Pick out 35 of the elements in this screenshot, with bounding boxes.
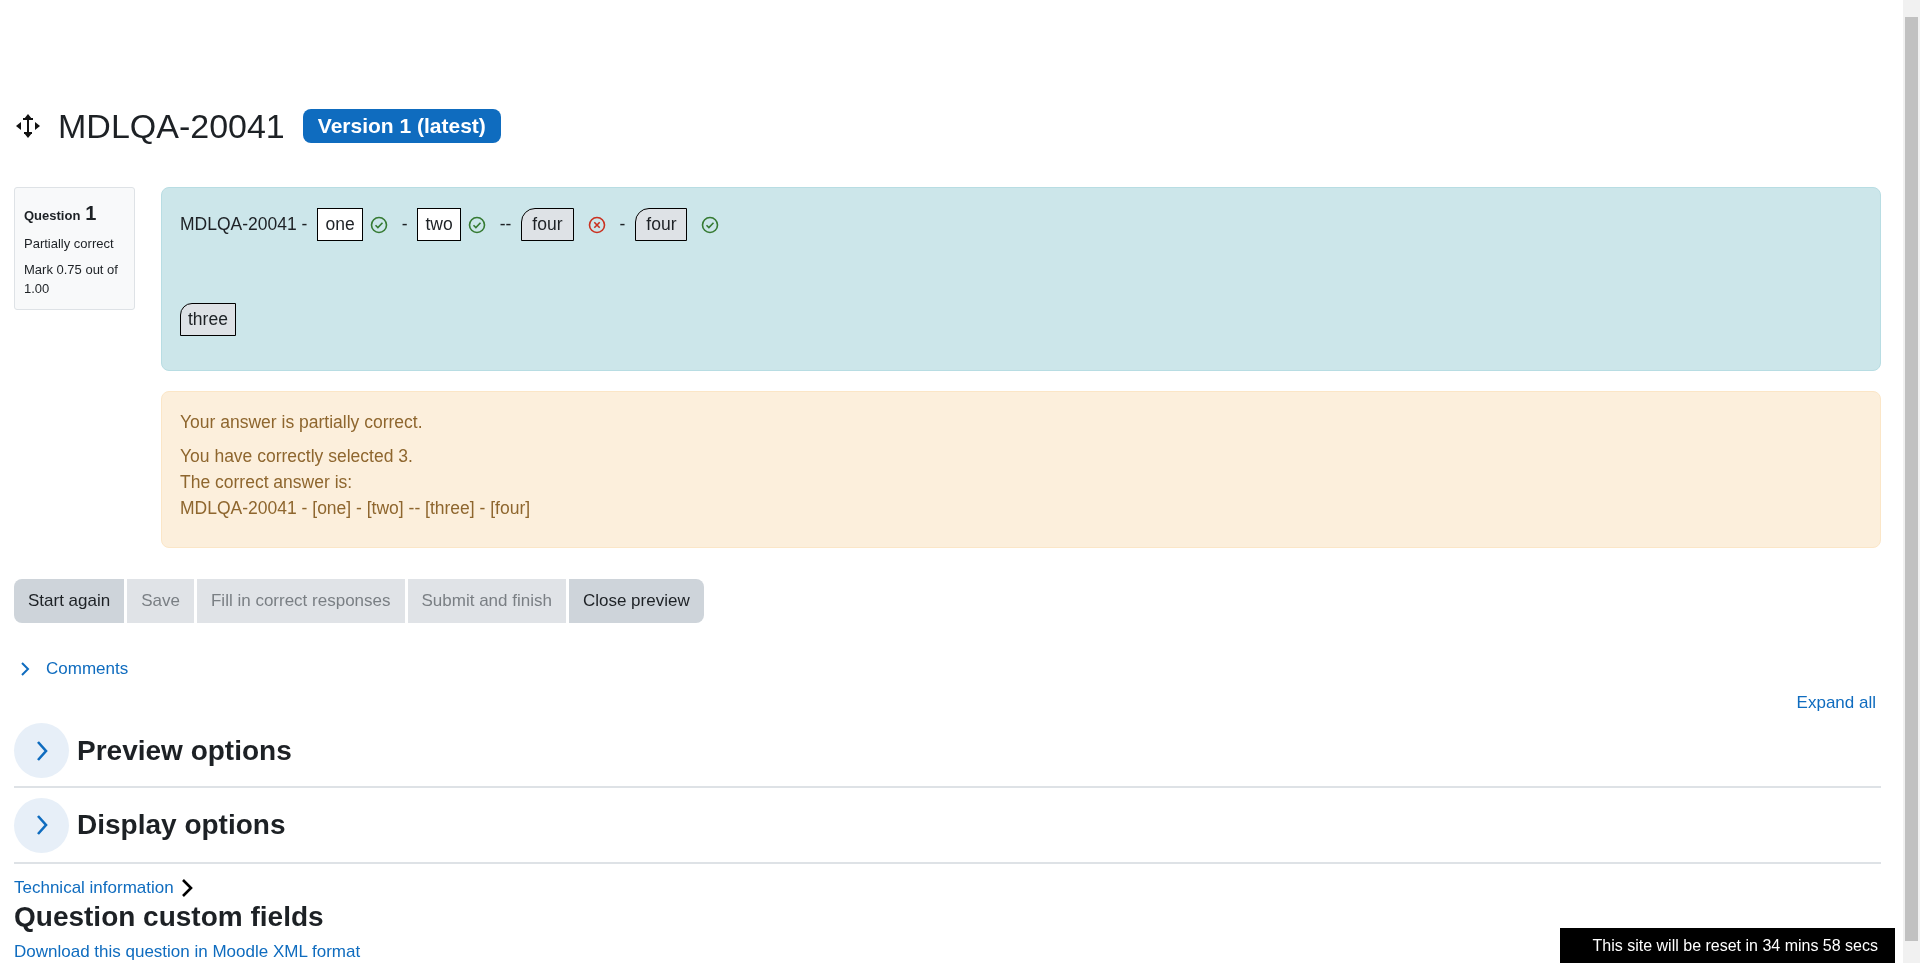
question-text: MDLQA-20041 - — [180, 214, 308, 235]
chevron-right-icon — [34, 739, 49, 762]
feedback-text: MDLQA-20041 - [one] - [two] -- [three] - [four] — [180, 497, 532, 520]
answer-drop-box[interactable]: two — [417, 208, 461, 241]
question-text: - — [619, 214, 626, 235]
answer-drop-box[interactable]: one — [317, 208, 363, 241]
technical-information-link[interactable]: Technical information — [14, 878, 174, 898]
download-link[interactable]: Download this question in Moodle XML format — [14, 942, 361, 962]
chevron-right-icon — [20, 661, 30, 677]
chevron-right-icon — [179, 878, 193, 898]
move-icon — [14, 112, 42, 140]
drag-choice[interactable]: three — [180, 303, 236, 336]
feedback-text: The correct answer is: — [180, 471, 354, 494]
section-heading: Preview options — [77, 734, 292, 767]
feedback-summary: Your answer is partially correct. — [180, 412, 424, 433]
dragged-answer[interactable]: four — [521, 208, 574, 241]
section-heading: Display options — [77, 809, 286, 841]
custom-fields-heading: Question custom fields — [14, 901, 325, 933]
comments-link[interactable]: Comments — [46, 659, 129, 679]
version-badge: Version 1 (latest) — [302, 109, 501, 143]
question-title: MDLQA-20041 — [58, 106, 285, 146]
feedback-text: You have correctly selected 3. — [180, 445, 414, 468]
action-button[interactable]: Start again — [14, 579, 125, 623]
reset-timer-toast: This site will be reset in 34 mins 58 secs — [1560, 928, 1895, 963]
question-text: - — [401, 214, 408, 235]
question-text: -- — [499, 214, 512, 235]
scrollbar-thumb[interactable] — [1905, 17, 1918, 941]
action-button[interactable]: Close preview — [568, 579, 704, 623]
expand-all-link[interactable]: Expand all — [1796, 693, 1876, 713]
chevron-right-icon — [34, 814, 49, 836]
question-state: Partially correct — [24, 235, 115, 253]
question-mark: Mark 0.75 out of 1.00 — [24, 260, 119, 298]
question-number: 1 — [85, 201, 97, 226]
question-label: Question — [24, 207, 81, 225]
dragged-answer[interactable]: four — [635, 208, 688, 241]
